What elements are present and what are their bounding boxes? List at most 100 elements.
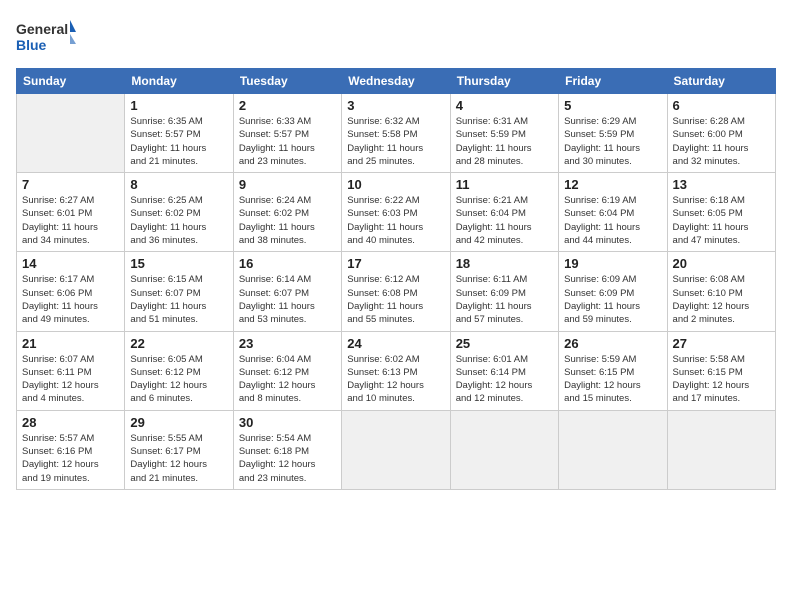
day-info: Sunrise: 6:02 AMSunset: 6:13 PMDaylight:… [347, 353, 444, 406]
svg-text:General: General [16, 21, 68, 37]
calendar-cell: 17 Sunrise: 6:12 AMSunset: 6:08 PMDayligh… [342, 252, 450, 331]
day-info: Sunrise: 6:11 AMSunset: 6:09 PMDaylight:… [456, 273, 553, 326]
calendar-cell: 9Sunrise: 6:24 AMSunset: 6:02 PMDaylight… [233, 173, 341, 252]
day-number: 28 [22, 415, 119, 430]
calendar-cell: 5 Sunrise: 6:29 AMSunset: 5:59 PMDaylight… [559, 94, 667, 173]
logo-svg: General Blue [16, 16, 76, 60]
calendar-week-row: 1 Sunrise: 6:35 AMSunset: 5:57 PMDaylight… [17, 94, 776, 173]
calendar-cell: 18 Sunrise: 6:11 AMSunset: 6:09 PMDayligh… [450, 252, 558, 331]
day-number: 19 [564, 256, 661, 271]
day-info: Sunrise: 6:05 AMSunset: 6:12 PMDaylight:… [130, 353, 227, 406]
calendar-cell [17, 94, 125, 173]
calendar-cell: 28 Sunrise: 5:57 AMSunset: 6:16 PMDayligh… [17, 410, 125, 489]
day-number: 7 [22, 177, 119, 192]
day-info: Sunrise: 6:33 AMSunset: 5:57 PMDaylight:… [239, 115, 336, 168]
weekday-header-cell: Thursday [450, 69, 558, 94]
calendar-cell: 26 Sunrise: 5:59 AMSunset: 6:15 PMDayligh… [559, 331, 667, 410]
day-number: 17 [347, 256, 444, 271]
logo: General Blue [16, 16, 76, 60]
day-info: Sunrise: 6:09 AMSunset: 6:09 PMDaylight:… [564, 273, 661, 326]
weekday-header-cell: Saturday [667, 69, 775, 94]
weekday-header-cell: Friday [559, 69, 667, 94]
weekday-header-cell: Wednesday [342, 69, 450, 94]
day-number: 26 [564, 336, 661, 351]
day-number: 8 [130, 177, 227, 192]
calendar-cell: 24 Sunrise: 6:02 AMSunset: 6:13 PMDayligh… [342, 331, 450, 410]
day-info: Sunrise: 6:08 AMSunset: 6:10 PMDaylight:… [673, 273, 770, 326]
weekday-header-cell: Monday [125, 69, 233, 94]
calendar-cell: 4 Sunrise: 6:31 AMSunset: 5:59 PMDaylight… [450, 94, 558, 173]
calendar-cell [450, 410, 558, 489]
day-number: 14 [22, 256, 119, 271]
day-number: 4 [456, 98, 553, 113]
weekday-header-row: SundayMondayTuesdayWednesdayThursdayFrid… [17, 69, 776, 94]
day-info: Sunrise: 6:14 AMSunset: 6:07 PMDaylight:… [239, 273, 336, 326]
day-number: 1 [130, 98, 227, 113]
day-number: 29 [130, 415, 227, 430]
day-info: Sunrise: 6:04 AMSunset: 6:12 PMDaylight:… [239, 353, 336, 406]
day-number: 16 [239, 256, 336, 271]
day-number: 24 [347, 336, 444, 351]
calendar-cell: 15 Sunrise: 6:15 AMSunset: 6:07 PMDayligh… [125, 252, 233, 331]
day-number: 20 [673, 256, 770, 271]
day-number: 18 [456, 256, 553, 271]
calendar-cell: 2 Sunrise: 6:33 AMSunset: 5:57 PMDaylight… [233, 94, 341, 173]
weekday-header-cell: Tuesday [233, 69, 341, 94]
day-info: Sunrise: 5:57 AMSunset: 6:16 PMDaylight:… [22, 432, 119, 485]
day-number: 21 [22, 336, 119, 351]
day-number: 11 [456, 177, 553, 192]
calendar-body: 1 Sunrise: 6:35 AMSunset: 5:57 PMDaylight… [17, 94, 776, 490]
calendar-cell [559, 410, 667, 489]
calendar-cell: 23Sunrise: 6:04 AMSunset: 6:12 PMDayligh… [233, 331, 341, 410]
page-header: General Blue [16, 16, 776, 60]
day-info: Sunrise: 6:07 AMSunset: 6:11 PMDaylight:… [22, 353, 119, 406]
day-number: 30 [239, 415, 336, 430]
day-info: Sunrise: 6:27 AMSunset: 6:01 PMDaylight:… [22, 194, 119, 247]
calendar-cell: 19 Sunrise: 6:09 AMSunset: 6:09 PMDayligh… [559, 252, 667, 331]
calendar-week-row: 14 Sunrise: 6:17 AMSunset: 6:06 PMDayligh… [17, 252, 776, 331]
day-info: Sunrise: 6:15 AMSunset: 6:07 PMDaylight:… [130, 273, 227, 326]
day-number: 9 [239, 177, 336, 192]
calendar-cell: 20 Sunrise: 6:08 AMSunset: 6:10 PMDayligh… [667, 252, 775, 331]
day-number: 22 [130, 336, 227, 351]
calendar-cell: 3 Sunrise: 6:32 AMSunset: 5:58 PMDaylight… [342, 94, 450, 173]
day-info: Sunrise: 6:22 AMSunset: 6:03 PMDaylight:… [347, 194, 444, 247]
day-info: Sunrise: 6:31 AMSunset: 5:59 PMDaylight:… [456, 115, 553, 168]
calendar-cell: 16 Sunrise: 6:14 AMSunset: 6:07 PMDayligh… [233, 252, 341, 331]
calendar-table: SundayMondayTuesdayWednesdayThursdayFrid… [16, 68, 776, 490]
calendar-cell: 7 Sunrise: 6:27 AMSunset: 6:01 PMDaylight… [17, 173, 125, 252]
day-number: 6 [673, 98, 770, 113]
day-number: 5 [564, 98, 661, 113]
day-info: Sunrise: 6:35 AMSunset: 5:57 PMDaylight:… [130, 115, 227, 168]
day-info: Sunrise: 6:01 AMSunset: 6:14 PMDaylight:… [456, 353, 553, 406]
calendar-cell: 11Sunrise: 6:21 AMSunset: 6:04 PMDayligh… [450, 173, 558, 252]
day-number: 2 [239, 98, 336, 113]
calendar-cell [667, 410, 775, 489]
calendar-cell: 14 Sunrise: 6:17 AMSunset: 6:06 PMDayligh… [17, 252, 125, 331]
day-info: Sunrise: 5:55 AMSunset: 6:17 PMDaylight:… [130, 432, 227, 485]
day-number: 15 [130, 256, 227, 271]
day-info: Sunrise: 6:32 AMSunset: 5:58 PMDaylight:… [347, 115, 444, 168]
day-info: Sunrise: 6:25 AMSunset: 6:02 PMDaylight:… [130, 194, 227, 247]
calendar-cell: 10 Sunrise: 6:22 AMSunset: 6:03 PMDayligh… [342, 173, 450, 252]
calendar-week-row: 21 Sunrise: 6:07 AMSunset: 6:11 PMDayligh… [17, 331, 776, 410]
day-number: 3 [347, 98, 444, 113]
calendar-week-row: 7 Sunrise: 6:27 AMSunset: 6:01 PMDaylight… [17, 173, 776, 252]
day-info: Sunrise: 6:12 AMSunset: 6:08 PMDaylight:… [347, 273, 444, 326]
calendar-cell: 29 Sunrise: 5:55 AMSunset: 6:17 PMDayligh… [125, 410, 233, 489]
calendar-cell: 8 Sunrise: 6:25 AMSunset: 6:02 PMDaylight… [125, 173, 233, 252]
day-info: Sunrise: 6:19 AMSunset: 6:04 PMDaylight:… [564, 194, 661, 247]
day-info: Sunrise: 5:54 AMSunset: 6:18 PMDaylight:… [239, 432, 336, 485]
day-info: Sunrise: 6:17 AMSunset: 6:06 PMDaylight:… [22, 273, 119, 326]
day-info: Sunrise: 5:58 AMSunset: 6:15 PMDaylight:… [673, 353, 770, 406]
calendar-cell: 22 Sunrise: 6:05 AMSunset: 6:12 PMDayligh… [125, 331, 233, 410]
day-number: 27 [673, 336, 770, 351]
day-info: Sunrise: 5:59 AMSunset: 6:15 PMDaylight:… [564, 353, 661, 406]
calendar-cell: 21 Sunrise: 6:07 AMSunset: 6:11 PMDayligh… [17, 331, 125, 410]
day-number: 10 [347, 177, 444, 192]
day-info: Sunrise: 6:18 AMSunset: 6:05 PMDaylight:… [673, 194, 770, 247]
calendar-cell: 13Sunrise: 6:18 AMSunset: 6:05 PMDayligh… [667, 173, 775, 252]
day-info: Sunrise: 6:29 AMSunset: 5:59 PMDaylight:… [564, 115, 661, 168]
calendar-cell: 6Sunrise: 6:28 AMSunset: 6:00 PMDaylight… [667, 94, 775, 173]
calendar-cell: 30 Sunrise: 5:54 AMSunset: 6:18 PMDayligh… [233, 410, 341, 489]
